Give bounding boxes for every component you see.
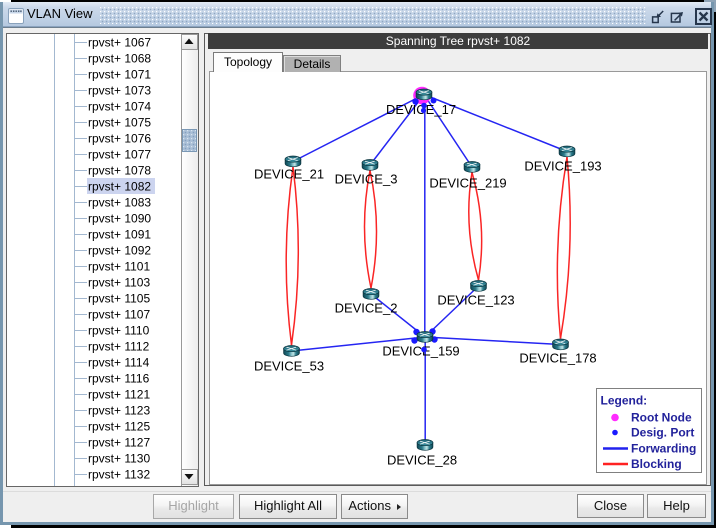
svg-text:rpvst+ 1076: rpvst+ 1076 [88,131,151,145]
svg-text:rpvst+ 1110: rpvst+ 1110 [88,323,150,337]
svg-text:DEVICE_2: DEVICE_2 [335,301,398,316]
svg-text:DEVICE_178: DEVICE_178 [519,351,596,366]
svg-text:rpvst+ 1132: rpvst+ 1132 [88,467,150,481]
svg-text:DEVICE_219: DEVICE_219 [429,176,506,191]
svg-text:DEVICE_21: DEVICE_21 [254,167,324,182]
svg-text:rpvst+ 1130: rpvst+ 1130 [88,451,150,465]
svg-text:DEVICE_3: DEVICE_3 [335,172,398,187]
svg-text:rpvst+ 1121: rpvst+ 1121 [88,387,150,401]
svg-text:rpvst+ 1082: rpvst+ 1082 [88,179,151,193]
svg-text:rpvst+ 1067: rpvst+ 1067 [88,35,151,49]
svg-text:rpvst+ 1123: rpvst+ 1123 [88,403,150,417]
svg-text:Legend:: Legend: [601,394,648,408]
svg-text:DEVICE_17: DEVICE_17 [386,102,456,117]
svg-text:DEVICE_159: DEVICE_159 [382,344,459,359]
svg-text:rpvst+ 1068: rpvst+ 1068 [88,51,151,65]
svg-text:rpvst+ 1127: rpvst+ 1127 [88,435,150,449]
svg-text:DEVICE_28: DEVICE_28 [387,453,457,468]
svg-text:rpvst+ 1083: rpvst+ 1083 [88,195,151,209]
svg-text:rpvst+ 1103: rpvst+ 1103 [88,275,150,289]
svg-text:rpvst+ 1078: rpvst+ 1078 [88,163,151,177]
svg-text:rpvst+ 1114: rpvst+ 1114 [88,355,150,369]
svg-text:rpvst+ 1091: rpvst+ 1091 [88,227,151,241]
svg-text:rpvst+ 1074: rpvst+ 1074 [88,99,151,113]
svg-text:rpvst+ 1101: rpvst+ 1101 [88,259,150,273]
svg-text:DEVICE_193: DEVICE_193 [524,159,601,174]
svg-text:rpvst+ 1107: rpvst+ 1107 [88,307,150,321]
svg-text:Forwarding: Forwarding [631,442,696,456]
svg-text:Desig. Port: Desig. Port [631,426,694,440]
svg-text:rpvst+ 1071: rpvst+ 1071 [88,67,151,81]
svg-text:rpvst+ 1092: rpvst+ 1092 [88,243,151,257]
svg-text:rpvst+ 1112: rpvst+ 1112 [88,339,150,353]
svg-text:rpvst+ 1077: rpvst+ 1077 [88,147,151,161]
svg-text:Root Node: Root Node [631,411,692,425]
svg-text:DEVICE_53: DEVICE_53 [254,359,324,374]
svg-text:rpvst+ 1073: rpvst+ 1073 [88,83,151,97]
svg-text:DEVICE_123: DEVICE_123 [437,293,514,308]
svg-text:Blocking: Blocking [631,457,682,471]
svg-text:rpvst+ 1090: rpvst+ 1090 [88,211,151,225]
svg-text:rpvst+ 1075: rpvst+ 1075 [88,115,151,129]
svg-text:rpvst+ 1125: rpvst+ 1125 [88,419,150,433]
svg-text:rpvst+ 1105: rpvst+ 1105 [88,291,150,305]
svg-text:rpvst+ 1116: rpvst+ 1116 [88,371,150,385]
